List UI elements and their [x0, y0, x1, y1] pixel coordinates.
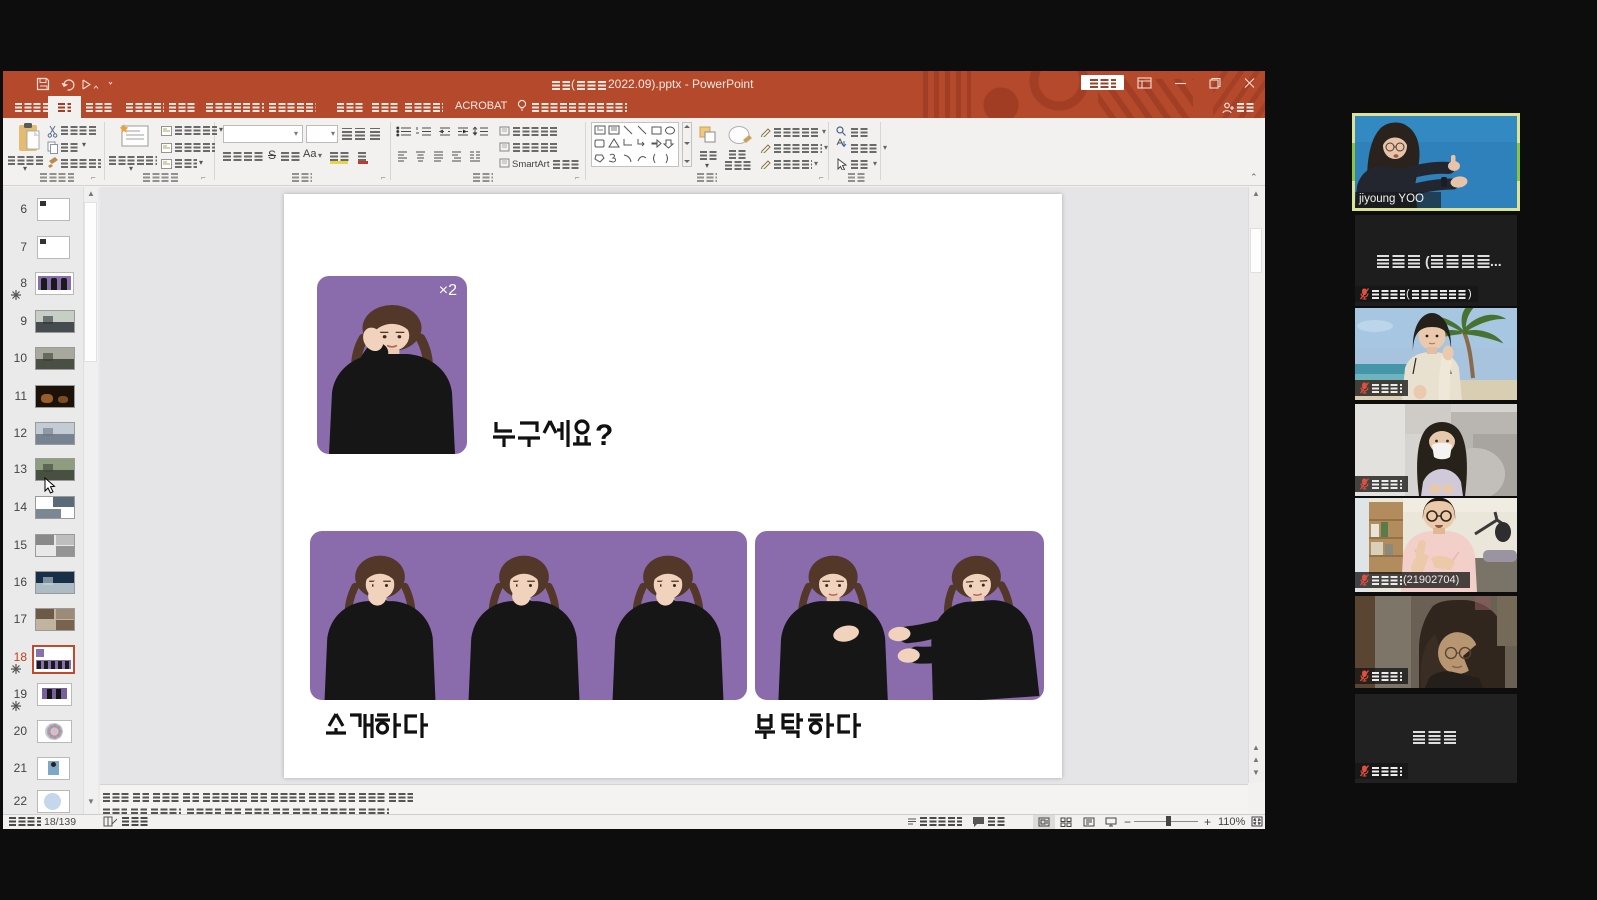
svg-text:?: ?	[595, 419, 612, 448]
